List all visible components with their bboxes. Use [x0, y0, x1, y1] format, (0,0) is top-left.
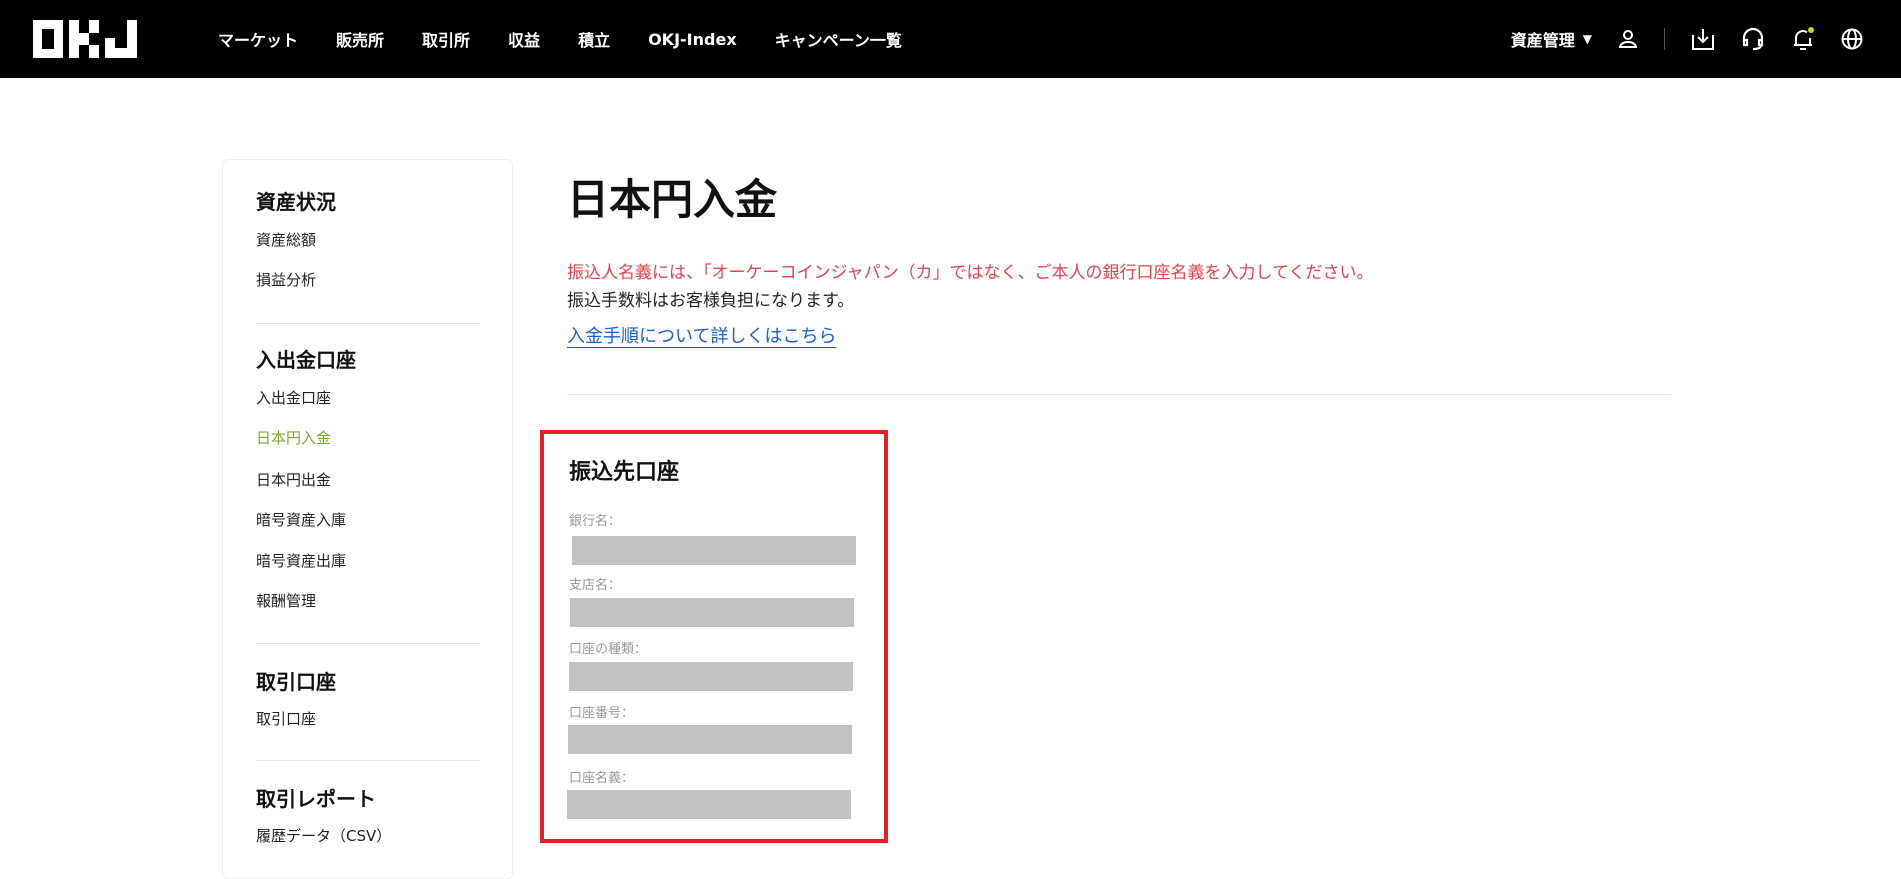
- caret-down-icon: ▼: [1582, 32, 1592, 46]
- sidebar-item-history-csv[interactable]: 履歴データ（CSV）: [256, 825, 391, 846]
- account-type-label: 口座の種類：: [569, 642, 648, 657]
- nav-market[interactable]: マーケット: [218, 27, 298, 51]
- top-nav-bar: マーケット 販売所 取引所 収益 積立 OKJ-Index キャンペーン一覧 資…: [0, 0, 1901, 78]
- nav-exchange[interactable]: 取引所: [422, 27, 470, 51]
- sidebar-heading-deposit-withdraw: 入出金口座: [256, 348, 356, 372]
- branch-name-redacted: [570, 598, 854, 627]
- warning-text: 振込人名義には、「オーケーコインジャパン（カ」ではなく、ご本人の銀行口座名義を入…: [567, 263, 1374, 283]
- nav-savings[interactable]: 積立: [578, 27, 610, 51]
- sidebar-heading-reports: 取引レポート: [256, 787, 376, 811]
- sidebar-item-deposit-account[interactable]: 入出金口座: [256, 387, 331, 408]
- support-headset-icon[interactable]: [1741, 27, 1765, 51]
- nav-earn[interactable]: 収益: [508, 27, 540, 51]
- sidebar-item-jpy-withdraw[interactable]: 日本円出金: [256, 469, 331, 490]
- page-title: 日本円入金: [567, 175, 778, 224]
- destination-account-title: 振込先口座: [569, 460, 680, 485]
- divider: [256, 323, 480, 324]
- sidebar-item-crypto-withdraw[interactable]: 暗号資産出庫: [256, 550, 346, 571]
- divider: [567, 394, 1671, 395]
- asset-management-menu[interactable]: 資産管理 ▼: [1511, 27, 1592, 51]
- divider: [256, 760, 480, 761]
- user-icon[interactable]: [1618, 29, 1638, 49]
- notification-bell-icon[interactable]: [1791, 27, 1815, 51]
- download-icon[interactable]: [1691, 27, 1715, 51]
- sidebar: 資産状況 資産総額 損益分析 入出金口座 入出金口座 日本円入金 日本円出金 暗…: [222, 159, 513, 879]
- bank-name-label: 銀行名：: [569, 514, 622, 529]
- sidebar-item-pnl[interactable]: 損益分析: [256, 269, 316, 290]
- bank-name-redacted: [572, 536, 856, 565]
- language-globe-icon[interactable]: [1841, 28, 1863, 50]
- sidebar-item-crypto-deposit[interactable]: 暗号資産入庫: [256, 509, 346, 530]
- divider: [1664, 28, 1665, 50]
- sidebar-item-rewards[interactable]: 報酬管理: [256, 590, 316, 611]
- account-type-redacted: [569, 662, 853, 691]
- account-number-redacted: [568, 725, 852, 754]
- account-holder-redacted: [567, 790, 851, 819]
- sidebar-heading-assets: 資産状況: [256, 190, 336, 214]
- asset-management-label: 資産管理: [1510, 31, 1575, 50]
- account-number-label: 口座番号：: [569, 706, 635, 721]
- sidebar-item-jpy-deposit[interactable]: 日本円入金: [256, 427, 331, 448]
- branch-name-label: 支店名：: [569, 578, 622, 593]
- nav-okj-index[interactable]: OKJ-Index: [648, 30, 737, 49]
- sidebar-heading-trading-account: 取引口座: [256, 670, 336, 694]
- destination-account-box: 振込先口座 銀行名： 支店名： 口座の種類： 口座番号： 口座名義：: [540, 430, 888, 843]
- nav-sales[interactable]: 販売所: [336, 27, 384, 51]
- sidebar-item-total-assets[interactable]: 資産総額: [256, 229, 316, 250]
- divider: [256, 643, 480, 644]
- fee-note: 振込手数料はお客様負担になります。: [567, 291, 855, 311]
- nav-campaigns[interactable]: キャンペーン一覧: [775, 27, 902, 51]
- sidebar-item-trading-account[interactable]: 取引口座: [256, 708, 316, 729]
- account-holder-label: 口座名義：: [569, 771, 635, 786]
- okj-logo[interactable]: [33, 20, 137, 58]
- deposit-guide-link[interactable]: 入金手順について詳しくはこちら: [567, 322, 836, 348]
